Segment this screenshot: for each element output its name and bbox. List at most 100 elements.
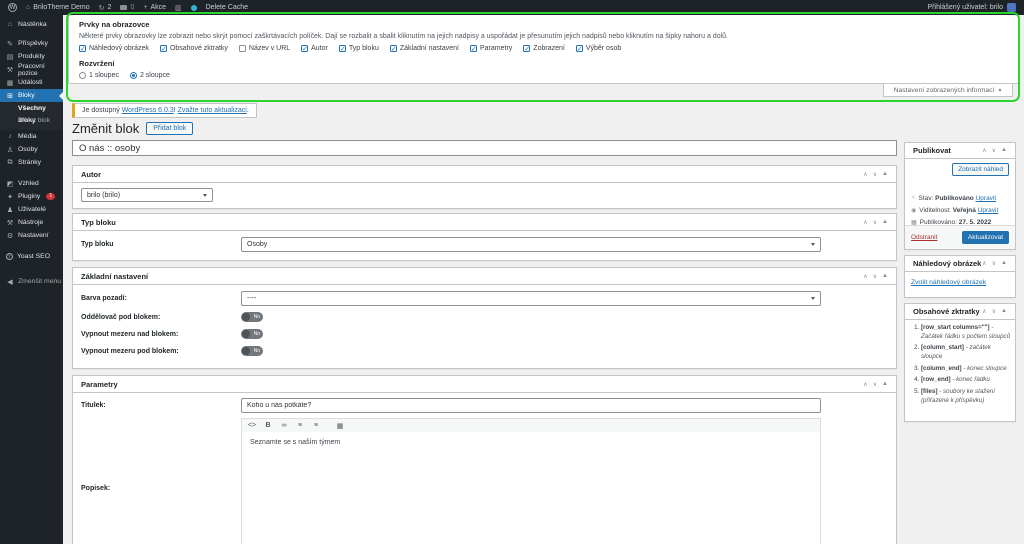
- sidebar-item-vzhled[interactable]: ◩Vzhled: [0, 177, 63, 190]
- sidebar-item-udalosti[interactable]: ▦Události: [0, 76, 63, 89]
- toggle-panel-icon[interactable]: ▲: [882, 273, 888, 280]
- delete-link[interactable]: Odstranit: [911, 234, 937, 241]
- reorder-down-icon[interactable]: ∨: [873, 219, 877, 226]
- user-avatar[interactable]: [1007, 3, 1016, 12]
- sidebar-item-nastenka[interactable]: ⌂Nástěnka: [0, 18, 63, 31]
- wordpress-update-link[interactable]: WordPress 6.0.3: [122, 107, 174, 114]
- edit-visibility-link[interactable]: Upravit: [978, 207, 999, 214]
- block-type-select[interactable]: Osoby: [241, 237, 821, 252]
- update-button[interactable]: Aktualizovat: [962, 231, 1009, 244]
- preview-button[interactable]: Zobrazit náhled: [952, 163, 1009, 176]
- bullet-list-icon[interactable]: ≡: [292, 422, 308, 429]
- wordpress-menu[interactable]: W: [8, 3, 17, 12]
- title-field-input[interactable]: [241, 398, 821, 413]
- publish-metabox-header[interactable]: Publikovat ∧∨▲: [905, 143, 1015, 159]
- set-thumbnail-link[interactable]: Zvolit náhledový obrázek: [911, 279, 1009, 286]
- post-title-input[interactable]: [72, 140, 897, 156]
- sidebar-item-produkty[interactable]: ▤Produkty: [0, 50, 63, 63]
- sidebar-item-nastroje[interactable]: ⚒Nástroje: [0, 216, 63, 229]
- separator-below-toggle[interactable]: No: [241, 312, 263, 322]
- checkbox-zobrazeni[interactable]: Zobrazení: [523, 45, 565, 52]
- sidebar-item-bloky[interactable]: ⊞Bloky: [0, 89, 63, 102]
- consider-update-link[interactable]: Zvažte tuto aktualizaci: [178, 107, 247, 114]
- checkbox-obsahove-zktratky[interactable]: Obsahové zktratky: [160, 45, 228, 52]
- checkbox-vyber-osob[interactable]: Výběr osob: [576, 45, 621, 52]
- radio-1-sloupec[interactable]: 1 sloupec: [79, 72, 119, 79]
- site-name-link[interactable]: ⌂BriloTheme Demo: [26, 4, 90, 11]
- sidebar-item-uzivatele[interactable]: ♟Uživatelé: [0, 203, 63, 216]
- code-icon[interactable]: <>: [244, 422, 260, 429]
- block-type-field-label: Typ bloku: [81, 241, 114, 248]
- shortcodes-metabox: Obsahové zktratky ∧∨▲ [row_start columns…: [904, 303, 1016, 422]
- reorder-up-icon[interactable]: ∧: [982, 260, 986, 267]
- background-color-label: Barva pozadí:: [81, 295, 127, 302]
- edit-status-link[interactable]: Upravit: [976, 195, 997, 202]
- delete-cache-link[interactable]: Delete Cache: [206, 4, 248, 11]
- author-metabox-header[interactable]: Autor ∧∨▲: [73, 166, 896, 183]
- toggle-panel-icon[interactable]: ▲: [1001, 260, 1007, 267]
- updates-link[interactable]: ↻2: [99, 4, 112, 12]
- block-type-metabox-header[interactable]: Typ bloku ∧∨▲: [73, 214, 896, 231]
- radio-2-sloupce[interactable]: 2 sloupce: [130, 72, 170, 79]
- reorder-up-icon[interactable]: ∧: [863, 381, 867, 388]
- reorder-up-icon[interactable]: ∧: [863, 171, 867, 178]
- reorder-down-icon[interactable]: ∨: [873, 273, 877, 280]
- toggle-panel-icon[interactable]: ▲: [882, 381, 888, 388]
- parameters-metabox-header[interactable]: Parametry ∧∨▲: [73, 376, 896, 393]
- shortcodes-metabox-header[interactable]: Obsahové zktratky ∧∨▲: [905, 304, 1015, 320]
- add-block-button[interactable]: Přidat blok: [146, 122, 193, 135]
- new-content-menu[interactable]: +Akce: [143, 4, 166, 11]
- basic-settings-metabox-header[interactable]: Základní nastavení ∧∨▲: [73, 268, 896, 285]
- sidebar-item-media[interactable]: ♪Média: [0, 130, 63, 143]
- thumbnail-metabox-header[interactable]: Náhledový obrázek ∧∨▲: [905, 256, 1015, 272]
- sidebar-item-vsechny-bloky[interactable]: Všechny bloky: [0, 103, 63, 115]
- reorder-up-icon[interactable]: ∧: [982, 308, 986, 315]
- chevron-down-icon: [203, 194, 207, 197]
- table-icon[interactable]: ▦: [332, 422, 348, 430]
- toggle-panel-icon[interactable]: ▲: [1001, 308, 1007, 315]
- disable-space-below-toggle[interactable]: No: [241, 346, 263, 356]
- sidebar-item-pluginy[interactable]: ✦Pluginy1: [0, 190, 63, 203]
- sidebar-item-nastaveni[interactable]: ⚙Nastavení: [0, 229, 63, 242]
- reorder-down-icon[interactable]: ∨: [992, 147, 996, 154]
- sidebar-item-stranky[interactable]: ⧉Stránky: [0, 156, 63, 169]
- toolbar-plugin-icon[interactable]: ▥: [175, 4, 182, 12]
- sidebar-item-pridat-blok[interactable]: Přidat blok: [0, 115, 63, 127]
- link-icon[interactable]: ∞: [276, 422, 292, 429]
- screen-options-tab[interactable]: Nastavení zobrazených informací ▲: [883, 84, 1013, 97]
- reorder-down-icon[interactable]: ∨: [992, 260, 996, 267]
- sidebar-item-osoby[interactable]: ♙Osoby: [0, 143, 63, 156]
- comments-link[interactable]: 0: [120, 4, 134, 11]
- sidebar-item-prispevky[interactable]: ✎Příspěvky: [0, 37, 63, 50]
- comments-icon: [120, 5, 127, 10]
- toggle-panel-icon[interactable]: ▲: [1001, 147, 1007, 154]
- ordered-list-icon[interactable]: ≡: [308, 422, 324, 429]
- cache-status-icon[interactable]: [191, 5, 197, 11]
- toggle-panel-icon[interactable]: ▲: [882, 171, 888, 178]
- reorder-up-icon[interactable]: ∧: [863, 273, 867, 280]
- checkbox-nahledovy-obrazek[interactable]: Náhledový obrázek: [79, 45, 149, 52]
- reorder-up-icon[interactable]: ∧: [982, 147, 986, 154]
- shortcode-item: [files] - soubory ke stažení (přiřazené …: [921, 388, 1011, 406]
- sidebar-item-pracovni-pozice[interactable]: ⚒Pracovní pozice: [0, 63, 63, 76]
- sidebar-item-collapse-menu[interactable]: ◀Zmenšit menu: [0, 275, 63, 288]
- reorder-down-icon[interactable]: ∨: [873, 381, 877, 388]
- sidebar-item-yoast-seo[interactable]: YYoast SEO: [0, 250, 63, 263]
- description-editor-area[interactable]: Seznamte se s naším týmem: [241, 432, 821, 544]
- reorder-down-icon[interactable]: ∨: [992, 308, 996, 315]
- toggle-panel-icon[interactable]: ▲: [882, 219, 888, 226]
- checkbox-nazev-v-url[interactable]: Název v URL: [239, 45, 290, 52]
- checkbox-typ-bloku[interactable]: Typ bloku: [339, 45, 379, 52]
- checkbox-zakladni-nastaveni[interactable]: Základní nastavení: [390, 45, 459, 52]
- bold-icon[interactable]: B: [260, 422, 276, 429]
- publish-footer: Odstranit Aktualizovat: [905, 225, 1015, 249]
- shortcode-item: [column_end] - konec sloupce: [921, 365, 1011, 374]
- disable-space-above-toggle[interactable]: No: [241, 329, 263, 339]
- checkbox-parametry[interactable]: Parametry: [470, 45, 512, 52]
- background-color-select[interactable]: ----: [241, 291, 821, 306]
- logged-in-user-label[interactable]: Přihlášený uživatel: brilo: [928, 4, 1003, 11]
- reorder-down-icon[interactable]: ∨: [873, 171, 877, 178]
- checkbox-autor[interactable]: Autor: [301, 45, 328, 52]
- reorder-up-icon[interactable]: ∧: [863, 219, 867, 226]
- author-select[interactable]: brilo (brilo): [81, 188, 213, 202]
